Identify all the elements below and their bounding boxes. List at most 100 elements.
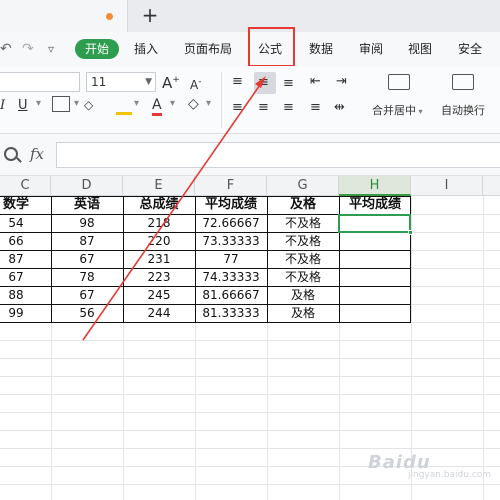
undo-icon[interactable]: ↶ [0,40,12,58]
cell-average[interactable]: 72.66667 [195,214,267,232]
cell-math[interactable]: 88 [0,286,32,304]
fill-color-icon[interactable]: ◇ [84,97,93,113]
header-cell-pass[interactable]: 及格 [267,196,339,214]
document-tab[interactable] [0,0,128,32]
cell-total[interactable]: 223 [123,268,195,286]
cell-average[interactable]: 81.33333 [195,304,267,322]
column-header-i[interactable]: I [411,176,483,196]
column-header-f[interactable]: F [195,176,267,196]
header-cell-english[interactable]: 英语 [51,196,123,214]
cell-total[interactable]: 231 [123,250,195,268]
cell-math[interactable]: 54 [0,214,32,232]
underline-icon[interactable]: U [18,98,28,114]
cell-pass[interactable]: 及格 [267,286,339,304]
align-left-icon[interactable]: ≡ [232,100,243,116]
cell-english[interactable]: 56 [51,304,123,322]
merge-center-icon[interactable] [388,74,410,90]
watermark-logo: Baidu jingyan.baidu.com [368,452,492,480]
font-size-value: 11 [91,75,107,89]
cell-average-h[interactable] [339,232,411,250]
tab-review[interactable]: 审阅 [359,41,383,57]
table-row: 67 78 223 74.33333 不及格 [0,268,411,286]
align-bottom-icon[interactable]: ≡ [283,76,294,92]
align-right-icon[interactable]: ≡ [283,100,294,116]
tab-home[interactable]: 开始 [75,39,119,59]
cell-pass[interactable]: 不及格 [267,250,339,268]
cell-average-h[interactable] [339,268,411,286]
cell-pass[interactable]: 不及格 [267,232,339,250]
tab-view[interactable]: 视图 [408,41,432,57]
justify-icon[interactable]: ≡ [310,100,321,116]
merge-center-label[interactable]: 合并居中 ▾ [372,102,423,118]
cell-math[interactable]: 66 [0,232,32,250]
cell-total[interactable]: 220 [123,232,195,250]
table-header-row: 数学 英语 总成绩 平均成绩 及格 平均成绩 [0,196,411,214]
distributed-align-icon[interactable]: ⇹ [334,100,345,116]
cell-english[interactable]: 98 [51,214,123,232]
header-cell-average[interactable]: 平均成绩 [195,196,267,214]
cell-english[interactable]: 67 [51,250,123,268]
customize-quick-access-icon[interactable]: ▿ [48,40,54,58]
font-name-select[interactable] [0,72,80,92]
header-cell-average-h[interactable]: 平均成绩 [339,196,411,214]
increase-indent-icon[interactable]: ⇥ [336,74,347,90]
font-color-dropdown-icon[interactable]: ▾ [170,96,175,112]
fill-handle[interactable] [408,230,413,235]
font-size-select[interactable]: 11 ▼ [86,72,156,92]
clear-dropdown-icon[interactable]: ▾ [206,96,211,112]
fill-color-dropdown-icon[interactable]: ▾ [134,96,139,112]
tab-insert[interactable]: 插入 [134,41,158,57]
wrap-text-icon[interactable] [452,74,474,90]
wrap-text-label[interactable]: 自动换行 [441,102,485,118]
cell-math[interactable]: 87 [0,250,32,268]
redo-icon[interactable]: ↷ [22,40,34,58]
eraser-icon[interactable]: ◇ [188,96,199,112]
cell-pass[interactable]: 及格 [267,304,339,322]
cell-average-h[interactable] [339,286,411,304]
font-color-icon[interactable]: A [152,97,162,116]
cell-total[interactable]: 218 [123,214,195,232]
borders-dropdown-icon[interactable]: ▾ [74,96,79,112]
tab-security[interactable]: 安全 [458,41,482,57]
cell-pass[interactable]: 不及格 [267,214,339,232]
table-row: 88 67 245 81.66667 及格 [0,286,411,304]
selected-cell-h2[interactable] [338,214,411,233]
column-header-h[interactable]: H [339,176,411,196]
cell-english[interactable]: 87 [51,232,123,250]
cell-total[interactable]: 244 [123,304,195,322]
column-header-g[interactable]: G [267,176,339,196]
align-top-icon[interactable]: ≡ [232,74,243,90]
cell-average[interactable]: 74.33333 [195,268,267,286]
column-header-c[interactable]: C [0,176,51,196]
cell-math[interactable]: 67 [0,268,32,286]
decrease-indent-icon[interactable]: ⇤ [310,74,321,90]
new-tab-button[interactable]: + [140,4,160,26]
cell-pass[interactable]: 不及格 [267,268,339,286]
header-cell-total[interactable]: 总成绩 [123,196,195,214]
cell-math[interactable]: 99 [0,304,32,322]
cell-average-h[interactable] [339,304,411,322]
column-header-e[interactable]: E [123,176,195,196]
align-middle-icon: ≡ [258,75,269,90]
header-cell-math[interactable]: 数学 [0,196,32,214]
toolbar-divider [221,72,222,128]
cell-english[interactable]: 67 [51,286,123,304]
borders-icon[interactable] [52,96,70,112]
cell-total[interactable]: 245 [123,286,195,304]
zoom-icon[interactable] [4,147,18,161]
column-header-d[interactable]: D [51,176,123,196]
underline-dropdown-icon[interactable]: ▾ [36,96,41,112]
tab-page-layout[interactable]: 页面布局 [184,41,232,57]
tab-data[interactable]: 数据 [309,41,333,57]
formula-input[interactable] [56,142,500,168]
cell-english[interactable]: 78 [51,268,123,286]
italic-icon[interactable]: I [0,98,5,114]
insert-function-icon[interactable]: fx [30,145,44,163]
cell-average[interactable]: 73.33333 [195,232,267,250]
cell-average[interactable]: 77 [195,250,267,268]
align-center-icon[interactable]: ≡ [258,100,269,116]
cell-average[interactable]: 81.66667 [195,286,267,304]
decrease-font-size-icon[interactable]: A- [190,74,201,93]
cell-average-h[interactable] [339,250,411,268]
increase-font-size-icon[interactable]: A+ [162,72,180,91]
